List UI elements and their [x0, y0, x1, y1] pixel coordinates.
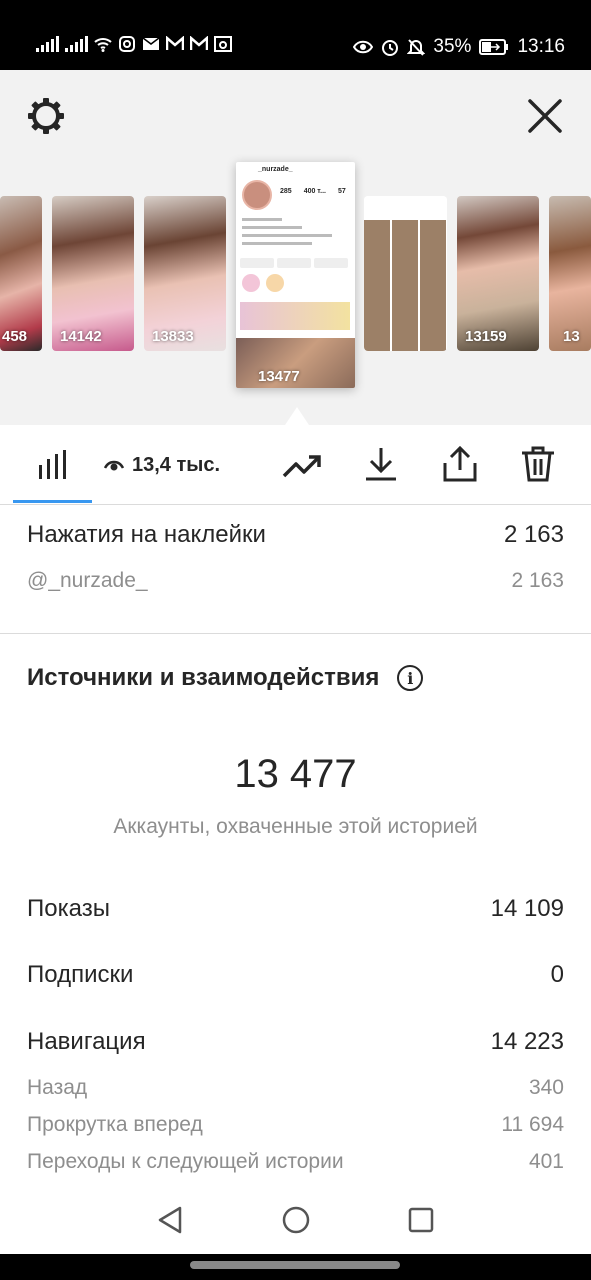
next-story-value: 401: [528, 1150, 564, 1173]
follows-value: 0: [550, 961, 564, 988]
reach-label: Аккаунты, охваченные этой историей: [113, 815, 478, 838]
gear-icon[interactable]: [26, 96, 66, 136]
battery-percent: 35%: [433, 36, 472, 57]
next-story-row: Переходы к следующей истории 401: [27, 1150, 564, 1174]
gmail-icon: [166, 36, 184, 50]
views-count: 13,4 тыс.: [132, 454, 221, 476]
forward-label: Прокрутка вперед: [27, 1113, 203, 1136]
mute-bell-icon: [407, 39, 426, 56]
recents-square-icon[interactable]: [408, 1207, 434, 1233]
divider: [0, 633, 591, 634]
share-icon[interactable]: [442, 446, 478, 482]
trend-icon[interactable]: [282, 454, 322, 478]
status-bar: 35% 13:16: [0, 0, 591, 70]
trash-icon[interactable]: [521, 446, 555, 482]
impressions-label: Показы: [27, 895, 110, 922]
bio-line: [242, 226, 302, 229]
navigation-value: 14 223: [490, 1028, 564, 1055]
info-icon[interactable]: i: [397, 665, 424, 691]
status-icons-left: [36, 36, 232, 52]
navigation-row: Навигация 14 223: [27, 1028, 564, 1056]
following-count: 57: [337, 188, 346, 195]
eye-icon: [104, 460, 124, 470]
impressions-row: Показы 14 109: [27, 895, 564, 923]
selection-pointer: [285, 407, 309, 425]
home-indicator[interactable]: [190, 1261, 400, 1269]
eye-icon: [353, 40, 374, 54]
home-circle-icon[interactable]: [282, 1206, 310, 1234]
story-thumbnail-selected[interactable]: _nurzade_ 285 400 т... 57 13477: [236, 162, 355, 388]
story-thumbnail[interactable]: 458: [0, 196, 42, 351]
back-triangle-icon[interactable]: [157, 1206, 183, 1234]
story-view-count: 14142: [60, 328, 102, 345]
wifi-icon: [94, 38, 112, 52]
back-value: 340: [528, 1076, 564, 1099]
signal-icon-2: [65, 36, 88, 52]
reach-value: 13 477: [234, 752, 357, 796]
instagram-icon: [119, 36, 135, 52]
profile-buttons: [240, 258, 348, 268]
story-thumbnail[interactable]: 13159: [457, 196, 539, 351]
sticker-mention-value: 2 163: [511, 569, 564, 592]
forward-row: Прокрутка вперед 11 694: [27, 1113, 564, 1137]
views-tab[interactable]: 13,4 тыс.: [104, 454, 220, 477]
impressions-value: 14 109: [490, 895, 564, 922]
status-icons-right: 35% 13:16: [353, 36, 565, 58]
story-thumbnail[interactable]: [364, 196, 447, 351]
story-thumbnail[interactable]: 14142: [52, 196, 134, 351]
bio-line: [242, 242, 312, 245]
profile-name: _nurzade_: [258, 166, 293, 173]
story-view-count: 13159: [465, 328, 507, 345]
posts-count: 285: [280, 188, 292, 195]
back-label: Назад: [27, 1076, 88, 1099]
navigation-label: Навигация: [27, 1028, 146, 1055]
story-view-count: 13833: [152, 328, 194, 345]
next-story-label: Переходы к следующей истории: [27, 1150, 344, 1173]
clock: 13:16: [517, 36, 565, 57]
forward-value: 11 694: [501, 1113, 564, 1136]
follows-label: Подписки: [27, 961, 134, 988]
download-icon[interactable]: [364, 447, 398, 481]
profile-stats: 285 400 т... 57: [280, 188, 346, 195]
story-view-count: 13477: [258, 368, 300, 385]
alarm-icon: [382, 40, 399, 56]
battery-icon: [479, 39, 509, 55]
bar-chart-icon[interactable]: [38, 450, 68, 480]
mail-icon: [142, 37, 160, 50]
story-view-count: 13: [563, 328, 580, 345]
avatar: [242, 180, 272, 210]
highlight: [242, 274, 260, 292]
story-preview-image: 13477: [236, 338, 355, 388]
gmail-icon-2: [190, 36, 208, 50]
followers-count: 400 т...: [303, 188, 326, 195]
sticker-mention-label: @_nurzade_: [27, 569, 148, 592]
highlight: [266, 274, 284, 292]
bio-line: [242, 234, 332, 237]
sticker-mention-row: @_nurzade_ 2 163: [27, 569, 564, 593]
follows-row: Подписки 0: [27, 961, 564, 989]
sticker-taps-value: 2 163: [503, 521, 564, 548]
story-thumbnail[interactable]: 13: [549, 196, 591, 351]
close-icon[interactable]: [525, 96, 565, 136]
discovery-title: Источники и взаимодействия: [27, 664, 380, 691]
section-title: Источники и взаимодействия i: [27, 664, 424, 692]
sticker: [240, 302, 350, 330]
gallery-icon: [214, 36, 232, 52]
story-thumbnail[interactable]: 13833: [144, 196, 226, 351]
bio-line: [242, 218, 282, 221]
sticker-taps-row: Нажатия на наклейки 2 163: [27, 521, 564, 549]
back-row: Назад 340: [27, 1076, 564, 1100]
insights-tab-indicator: [13, 500, 92, 503]
story-view-count: 458: [2, 328, 28, 345]
sticker-taps-label: Нажатия на наклейки: [27, 521, 266, 548]
signal-icon: [36, 36, 59, 52]
